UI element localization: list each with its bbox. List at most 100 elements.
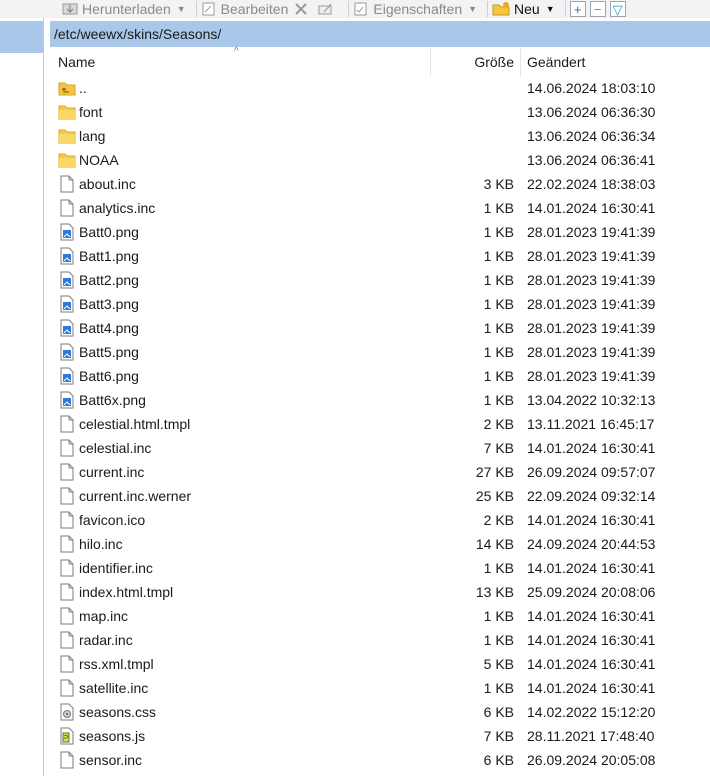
- file-row[interactable]: current.inc.werner 25 KB 22.09.2024 09:32:…: [50, 484, 710, 508]
- file-name-cell: current.inc: [50, 463, 431, 481]
- filter-button[interactable]: ▽: [609, 1, 626, 17]
- file-name-cell: Batt3.png: [50, 295, 431, 313]
- file-icon: [58, 751, 76, 769]
- file-row[interactable]: Batt6.png 1 KB 28.01.2023 19:41:39: [50, 364, 710, 388]
- file-size: 5 KB: [483, 656, 514, 672]
- file-row[interactable]: index.html.tmpl 13 KB 25.09.2024 20:08:06: [50, 580, 710, 604]
- file-modified: 14.06.2024 18:03:10: [527, 80, 656, 96]
- image-file-icon: [58, 343, 76, 361]
- file-row[interactable]: Batt0.png 1 KB 28.01.2023 19:41:39: [50, 220, 710, 244]
- file-size: 1 KB: [483, 320, 514, 336]
- file-icon: [58, 631, 76, 649]
- file-modified: 14.01.2024 16:30:41: [527, 200, 656, 216]
- properties-button[interactable]: Eigenschaften ▼: [353, 0, 477, 18]
- file-row[interactable]: radar.inc 1 KB 14.01.2024 16:30:41: [50, 628, 710, 652]
- folder-icon: [58, 151, 76, 169]
- delete-button[interactable]: [294, 0, 312, 18]
- file-row[interactable]: about.inc 3 KB 22.02.2024 18:38:03: [50, 172, 710, 196]
- file-modified: 14.01.2024 16:30:41: [527, 656, 656, 672]
- file-row[interactable]: .. 14.06.2024 18:03:10: [50, 76, 710, 100]
- file-size: 1 KB: [483, 248, 514, 264]
- file-name-cell: satellite.inc: [50, 679, 431, 697]
- file-icon: [58, 655, 76, 673]
- download-icon: [62, 2, 78, 16]
- file-size: 1 KB: [483, 392, 514, 408]
- file-name: Batt1.png: [79, 248, 139, 264]
- collapse-button[interactable]: −: [589, 1, 606, 17]
- file-name: map.inc: [79, 608, 129, 624]
- file-row[interactable]: Batt5.png 1 KB 28.01.2023 19:41:39: [50, 340, 710, 364]
- file-row[interactable]: seasons.css 6 KB 14.02.2022 15:12:20: [50, 700, 710, 724]
- file-row[interactable]: sensor.inc 6 KB 26.09.2024 20:05:08: [50, 748, 710, 772]
- file-row[interactable]: hilo.inc 14 KB 24.09.2024 20:44:53: [50, 532, 710, 556]
- file-modified: 28.11.2021 17:48:40: [527, 728, 655, 744]
- file-row[interactable]: map.inc 1 KB 14.01.2024 16:30:41: [50, 604, 710, 628]
- file-row[interactable]: celestial.inc 7 KB 14.01.2024 16:30:41: [50, 436, 710, 460]
- file-modified: 14.01.2024 16:30:41: [527, 440, 656, 456]
- file-name: radar.inc: [79, 632, 133, 648]
- file-row[interactable]: current.inc 27 KB 26.09.2024 09:57:07: [50, 460, 710, 484]
- download-button[interactable]: Herunterladen ▼: [62, 0, 186, 18]
- file-modified: 28.01.2023 19:41:39: [527, 368, 656, 384]
- new-button[interactable]: Neu ▼: [492, 0, 555, 18]
- file-name: seasons.js: [79, 728, 146, 744]
- file-icon: [58, 487, 76, 505]
- file-name: ..: [79, 80, 87, 96]
- file-row[interactable]: Batt6x.png 1 KB 13.04.2022 10:32:13: [50, 388, 710, 412]
- file-modified: 14.01.2024 16:30:41: [527, 512, 656, 528]
- file-row[interactable]: Batt4.png 1 KB 28.01.2023 19:41:39: [50, 316, 710, 340]
- file-size: 25 KB: [475, 488, 514, 504]
- file-name-cell: Batt6x.png: [50, 391, 431, 409]
- file-modified: 28.01.2023 19:41:39: [527, 344, 656, 360]
- file-row[interactable]: seasons.js 7 KB 28.11.2021 17:48:40: [50, 724, 710, 748]
- file-name: Batt4.png: [79, 320, 139, 336]
- sort-ascending-icon: ^: [234, 46, 239, 57]
- rename-button[interactable]: [318, 0, 338, 18]
- filter-icon: ▽: [612, 1, 623, 17]
- file-icon: [58, 607, 76, 625]
- edit-button[interactable]: Bearbeiten: [201, 0, 288, 18]
- file-row[interactable]: identifier.inc 1 KB 14.01.2024 16:30:41: [50, 556, 710, 580]
- path-bar[interactable]: /etc/weewx/skins/Seasons/: [50, 21, 710, 47]
- file-name-cell: ..: [50, 79, 431, 97]
- chevron-down-icon[interactable]: ▼: [468, 4, 477, 14]
- rename-icon: [318, 2, 334, 16]
- file-modified: 28.01.2023 19:41:39: [527, 320, 656, 336]
- column-header-size[interactable]: Größe: [431, 48, 521, 76]
- file-row[interactable]: font 13.06.2024 06:36:30: [50, 100, 710, 124]
- image-file-icon: [58, 271, 76, 289]
- column-header-modified[interactable]: Geändert: [521, 48, 710, 76]
- toolbar-divider: [564, 1, 566, 17]
- expand-button[interactable]: +: [569, 1, 586, 17]
- file-icon: [58, 199, 76, 217]
- file-icon: [58, 463, 76, 481]
- column-header-name[interactable]: ^ Name: [50, 46, 431, 76]
- file-row[interactable]: rss.xml.tmpl 5 KB 14.01.2024 16:30:41: [50, 652, 710, 676]
- file-row[interactable]: favicon.ico 2 KB 14.01.2024 16:30:41: [50, 508, 710, 532]
- selected-tree-item[interactable]: [0, 21, 43, 53]
- new-folder-icon: [492, 2, 510, 16]
- file-name-cell: celestial.html.tmpl: [50, 415, 431, 433]
- file-row[interactable]: satellite.inc 1 KB 14.01.2024 16:30:41: [50, 676, 710, 700]
- file-row[interactable]: NOAA 13.06.2024 06:36:41: [50, 148, 710, 172]
- chevron-down-icon[interactable]: ▼: [177, 4, 186, 14]
- file-row[interactable]: Batt3.png 1 KB 28.01.2023 19:41:39: [50, 292, 710, 316]
- file-size: 2 KB: [483, 512, 514, 528]
- chevron-down-icon[interactable]: ▼: [546, 4, 555, 14]
- file-modified: 14.02.2022 15:12:20: [527, 704, 656, 720]
- file-row[interactable]: analytics.inc 1 KB 14.01.2024 16:30:41: [50, 196, 710, 220]
- file-row[interactable]: Batt1.png 1 KB 28.01.2023 19:41:39: [50, 244, 710, 268]
- folder-icon: [58, 127, 76, 145]
- file-modified: 13.11.2021 16:45:17: [527, 416, 655, 432]
- file-size: 3 KB: [483, 176, 514, 192]
- file-name: Batt6.png: [79, 368, 139, 384]
- file-row[interactable]: celestial.html.tmpl 2 KB 13.11.2021 16:45:…: [50, 412, 710, 436]
- file-row[interactable]: Batt2.png 1 KB 28.01.2023 19:41:39: [50, 268, 710, 292]
- toolbar-divider: [487, 1, 489, 17]
- file-size: 14 KB: [475, 536, 514, 552]
- file-size: 1 KB: [483, 680, 514, 696]
- file-name: seasons.css: [79, 704, 157, 720]
- file-row[interactable]: lang 13.06.2024 06:36:34: [50, 124, 710, 148]
- file-modified: 28.01.2023 19:41:39: [527, 248, 656, 264]
- file-modified: 14.01.2024 16:30:41: [527, 560, 656, 576]
